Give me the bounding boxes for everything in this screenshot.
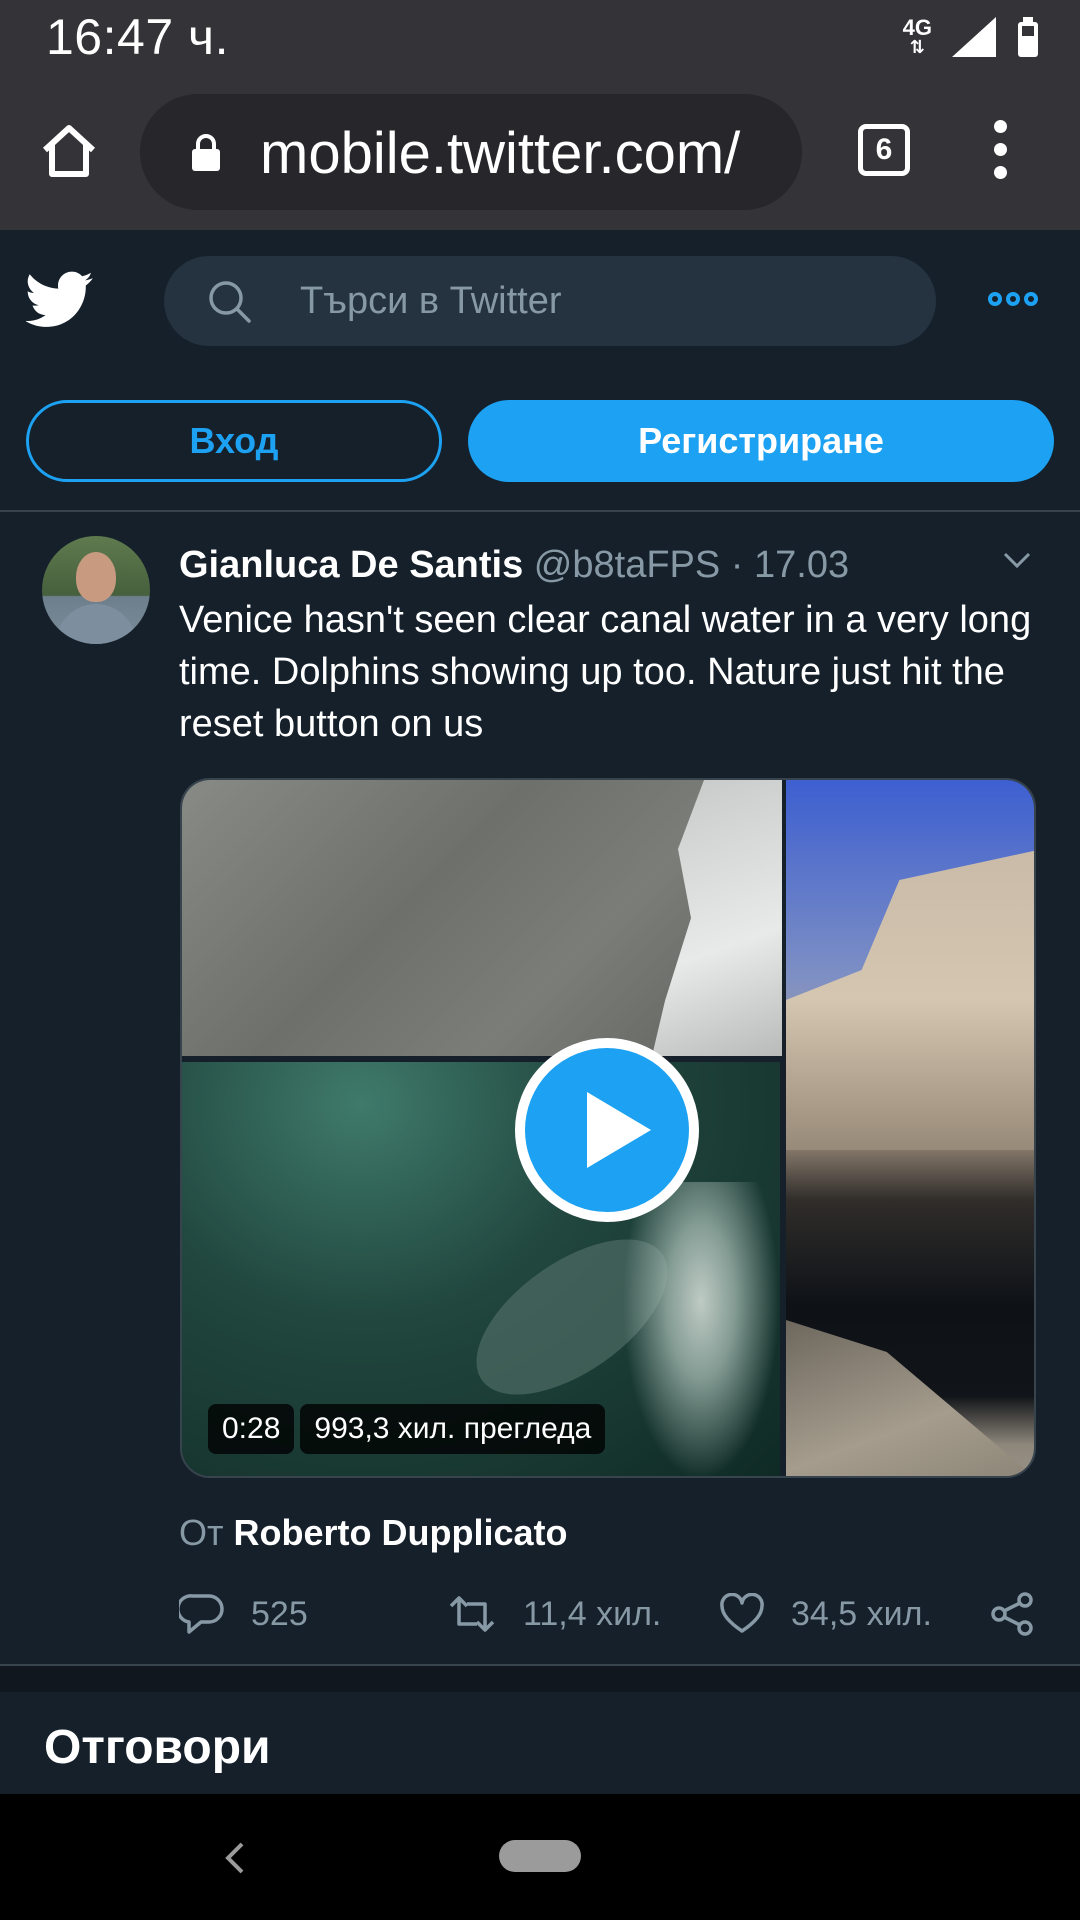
search-box[interactable] (164, 256, 936, 346)
tweet[interactable]: Gianluca De Santis @b8taFPS · 17.03 Veni… (0, 514, 1080, 1664)
search-input[interactable] (298, 256, 898, 346)
lock-icon (192, 134, 220, 171)
retweet-count: 11,4 хил. (523, 1594, 662, 1633)
signup-button[interactable]: Регистриране (468, 400, 1054, 482)
address-bar[interactable]: mobile.twitter.com/ (140, 94, 802, 210)
twitter-bird-icon[interactable] (26, 270, 94, 330)
video-attribution: От Roberto Dupplicato (179, 1512, 568, 1554)
tweet-header: Gianluca De Santis @b8taFPS · 17.03 (179, 544, 849, 587)
browser-menu-icon[interactable] (990, 120, 1010, 182)
video-frame-rocks (182, 780, 782, 1056)
more-options-icon[interactable] (988, 292, 1038, 306)
login-button[interactable]: Вход (26, 400, 442, 482)
video-meta: 0:28 993,3 хил. прегледа (208, 1404, 606, 1454)
replies-heading: Отговори (44, 1721, 271, 1774)
url-text: mobile.twitter.com/ (260, 121, 741, 186)
signal-icon (952, 17, 996, 57)
play-icon[interactable] (515, 1038, 699, 1222)
like-button[interactable]: 34,5 хил. (719, 1584, 932, 1644)
android-nav-bar (0, 1794, 1080, 1920)
chevron-down-icon[interactable] (1002, 550, 1032, 570)
like-count: 34,5 хил. (791, 1594, 932, 1633)
status-icons: 4G ⇅ (903, 14, 1040, 60)
battery-icon (1018, 17, 1038, 57)
search-icon (209, 281, 251, 323)
tab-switcher-button[interactable]: 6 (858, 124, 910, 176)
tweet-text: Venice hasn't seen clear canal water in … (179, 599, 1032, 745)
separator-dot: · (730, 544, 744, 586)
data-arrows-icon: ⇅ (909, 37, 925, 57)
home-icon[interactable] (40, 122, 98, 180)
tweet-actions: 525 11,4 хил. 34,5 хил. (179, 1584, 1039, 1644)
home-pill-button[interactable] (499, 1840, 581, 1872)
browser-toolbar: mobile.twitter.com/ 6 (0, 76, 1080, 230)
video-frame-canal (786, 780, 1034, 1476)
video-player[interactable]: 0:28 993,3 хил. прегледа (180, 778, 1036, 1478)
avatar[interactable] (42, 536, 150, 644)
back-icon[interactable] (220, 1838, 250, 1878)
retweet-icon (449, 1596, 495, 1632)
author-handle[interactable]: @b8taFPS (534, 544, 720, 586)
heart-icon (720, 1593, 764, 1633)
section-divider (0, 1664, 1080, 1692)
status-bar: 16:47 ч. 4G ⇅ (0, 0, 1080, 76)
reply-icon (179, 1594, 224, 1634)
share-button[interactable] (989, 1584, 1061, 1644)
attribution-name[interactable]: Roberto Dupplicato (234, 1512, 568, 1553)
reply-count: 525 (251, 1594, 308, 1633)
twitter-header: Вход Регистриране (0, 230, 1080, 512)
tweet-date[interactable]: 17.03 (754, 544, 849, 586)
share-icon (991, 1592, 1033, 1636)
video-duration: 0:28 (208, 1404, 295, 1454)
status-time: 16:47 ч. (46, 9, 229, 65)
author-name[interactable]: Gianluca De Santis (179, 544, 523, 586)
attribution-prefix: От (179, 1512, 224, 1553)
retweet-button[interactable]: 11,4 хил. (447, 1584, 661, 1644)
video-views: 993,3 хил. прегледа (300, 1404, 606, 1454)
reply-button[interactable]: 525 (179, 1584, 308, 1644)
network-indicator: 4G ⇅ (903, 17, 932, 57)
